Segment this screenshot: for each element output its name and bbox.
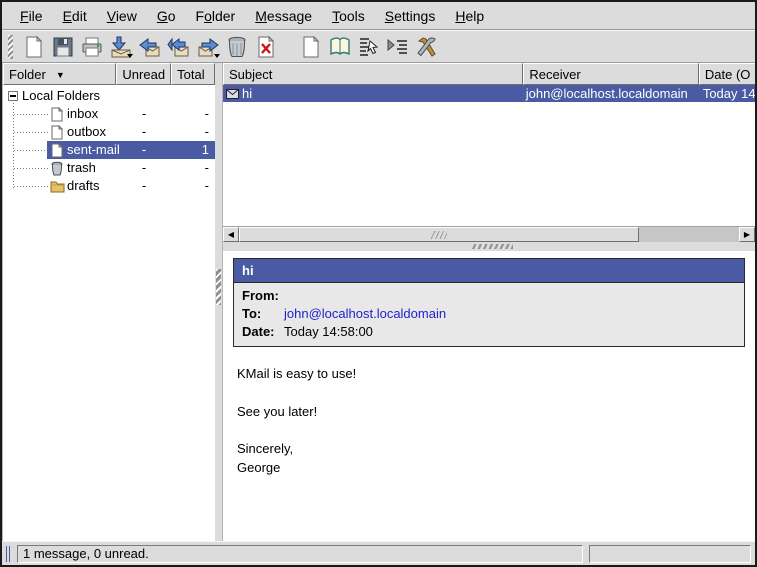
forward-dropdown-icon[interactable]	[214, 54, 220, 58]
folder-pane: Folder▼ Unread Total Local Folders inbox	[2, 63, 215, 541]
message-list: hi john@localhost.localdomain Today 14	[223, 85, 755, 226]
menu-help[interactable]: Help	[445, 4, 494, 28]
page-icon	[50, 125, 64, 145]
scroll-right-button[interactable]: ▶	[739, 227, 755, 242]
splitter-grip[interactable]	[471, 244, 513, 249]
menu-file[interactable]: File	[10, 4, 53, 28]
date-row: Date: Today 14:58:00	[234, 323, 744, 341]
trash-icon	[50, 161, 64, 181]
message-preview: hi From: To: john@localhost.localdomain …	[223, 251, 755, 541]
reply-icon	[138, 35, 162, 59]
save-button[interactable]	[48, 32, 77, 61]
print-icon	[80, 35, 104, 59]
message-subject-title: hi	[234, 259, 744, 282]
address-book-icon	[328, 35, 352, 59]
menubar: File Edit View Go Folder Message Tools S…	[2, 2, 755, 30]
scroll-left-button[interactable]: ◀	[223, 227, 239, 242]
new-message-icon	[22, 35, 46, 59]
folder-row-local-folders[interactable]: Local Folders	[3, 87, 215, 105]
mark-message-button[interactable]	[354, 32, 383, 61]
mark-message-icon	[357, 35, 381, 59]
message-pane: Subject Receiver Date (O hi john@localho…	[222, 63, 755, 541]
menu-settings[interactable]: Settings	[375, 4, 446, 28]
column-header-date[interactable]: Date (O	[699, 63, 755, 85]
folder-row-trash[interactable]: trash - -	[3, 159, 215, 177]
to-row: To: john@localhost.localdomain	[234, 305, 744, 323]
message-body: KMail is easy to use! See you later! Sin…	[237, 365, 745, 478]
thumb-grip	[431, 231, 447, 239]
trash-button[interactable]	[222, 32, 251, 61]
menu-edit[interactable]: Edit	[53, 4, 97, 28]
reply-all-icon	[167, 35, 191, 59]
page-icon	[50, 143, 64, 163]
save-icon	[51, 35, 75, 59]
toolbar	[2, 30, 755, 63]
folder-row-drafts[interactable]: drafts - -	[3, 177, 215, 195]
scrollbar-track[interactable]	[639, 227, 739, 242]
delete-button[interactable]	[251, 32, 280, 61]
main-area: Folder▼ Unread Total Local Folders inbox	[2, 63, 755, 541]
folder-row-outbox[interactable]: outbox - -	[3, 123, 215, 141]
check-mail-button[interactable]	[106, 32, 135, 61]
print-button[interactable]	[77, 32, 106, 61]
date-label: Date:	[242, 324, 284, 340]
statusbar: 1 message, 0 unread.	[2, 541, 755, 565]
to-label: To:	[242, 306, 284, 322]
menu-tools[interactable]: Tools	[322, 4, 375, 28]
from-row: From:	[234, 287, 744, 305]
check-mail-dropdown-icon[interactable]	[127, 54, 133, 58]
column-header-total[interactable]: Total	[171, 63, 215, 85]
menu-folder[interactable]: Folder	[186, 4, 246, 28]
toolbar-grip[interactable]	[8, 35, 13, 59]
arrow-left-icon: ◀	[228, 230, 234, 239]
new-message-button[interactable]	[19, 32, 48, 61]
menu-view[interactable]: View	[97, 4, 147, 28]
pane-splitter-vertical[interactable]	[215, 63, 222, 541]
folder-row-inbox[interactable]: inbox - -	[3, 105, 215, 123]
folder-tree: Local Folders inbox - - outbox - - sent-	[3, 85, 215, 541]
to-address-link[interactable]: john@localhost.localdomain	[284, 306, 446, 322]
page-icon	[50, 107, 64, 127]
message-header-box: hi From: To: john@localhost.localdomain …	[233, 258, 745, 347]
compose-button[interactable]	[296, 32, 325, 61]
folder-list-headers: Folder▼ Unread Total	[3, 63, 215, 85]
sort-indicator-icon: ▼	[56, 70, 65, 80]
message-list-headers: Subject Receiver Date (O	[223, 63, 755, 85]
from-label: From:	[242, 288, 284, 304]
menu-message[interactable]: Message	[245, 4, 322, 28]
folder-row-sent-mail[interactable]: sent-mail - 1	[3, 141, 215, 159]
address-book-button[interactable]	[325, 32, 354, 61]
statusbar-grip	[6, 546, 11, 562]
status-message: 1 message, 0 unread.	[17, 545, 583, 563]
column-header-folder[interactable]: Folder▼	[3, 63, 116, 85]
message-header-fields: From: To: john@localhost.localdomain Dat…	[234, 282, 744, 346]
column-header-subject[interactable]: Subject	[223, 63, 523, 85]
message-row[interactable]: hi john@localhost.localdomain Today 14	[223, 85, 755, 102]
configure-icon	[415, 35, 439, 59]
horizontal-scrollbar[interactable]: ◀ ▶	[223, 226, 755, 242]
pane-splitter-horizontal[interactable]	[223, 242, 755, 251]
envelope-icon	[226, 89, 239, 99]
filter-button[interactable]	[383, 32, 412, 61]
date-value: Today 14:58:00	[284, 324, 373, 340]
column-header-unread[interactable]: Unread	[116, 63, 171, 85]
configure-button[interactable]	[412, 32, 441, 61]
splitter-grip[interactable]	[216, 269, 221, 305]
delete-icon	[254, 35, 278, 59]
scrollbar-thumb[interactable]	[239, 227, 639, 242]
status-secondary-panel	[589, 545, 751, 563]
arrow-right-icon: ▶	[744, 230, 750, 239]
reply-button[interactable]	[135, 32, 164, 61]
column-header-receiver[interactable]: Receiver	[523, 63, 699, 85]
toolbar-separator	[280, 46, 296, 47]
collapse-expander-icon[interactable]	[8, 91, 18, 101]
filter-icon	[386, 35, 410, 59]
trash-icon	[225, 35, 249, 59]
compose-icon	[299, 35, 323, 59]
menu-go[interactable]: Go	[147, 4, 186, 28]
reply-all-button[interactable]	[164, 32, 193, 61]
forward-button[interactable]	[193, 32, 222, 61]
kmail-window: File Edit View Go Folder Message Tools S…	[0, 0, 757, 567]
folder-icon	[50, 179, 65, 198]
